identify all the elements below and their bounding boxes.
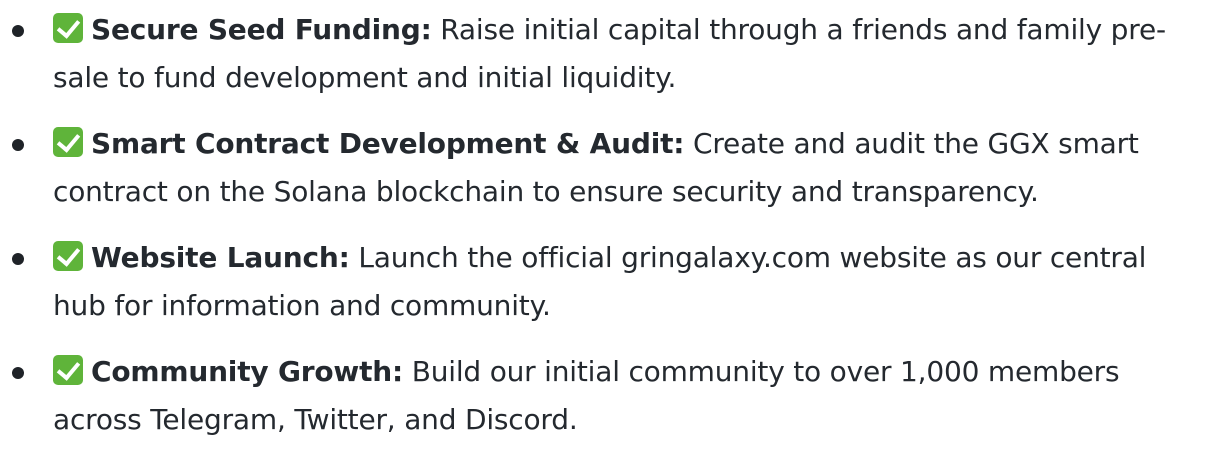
bullet-icon (12, 25, 24, 37)
list-item: Website Launch: Launch the official grin… (0, 234, 1223, 330)
check-box-icon (53, 127, 83, 157)
list-item: Smart Contract Development & Audit: Crea… (0, 120, 1223, 216)
item-title: Secure Seed Funding: (91, 13, 432, 46)
check-box-icon (53, 13, 83, 43)
list-item: Community Growth: Build our initial comm… (0, 348, 1223, 444)
milestone-list: Secure Seed Funding: Raise initial capit… (0, 6, 1223, 444)
item-title: Community Growth: (91, 355, 403, 388)
list-item: Secure Seed Funding: Raise initial capit… (0, 6, 1223, 102)
bullet-icon (12, 253, 24, 265)
bullet-icon (12, 367, 24, 379)
bullet-icon (12, 139, 24, 151)
check-box-icon (53, 355, 83, 385)
check-box-icon (53, 241, 83, 271)
item-title: Website Launch: (91, 241, 350, 274)
item-title: Smart Contract Development & Audit: (91, 127, 685, 160)
